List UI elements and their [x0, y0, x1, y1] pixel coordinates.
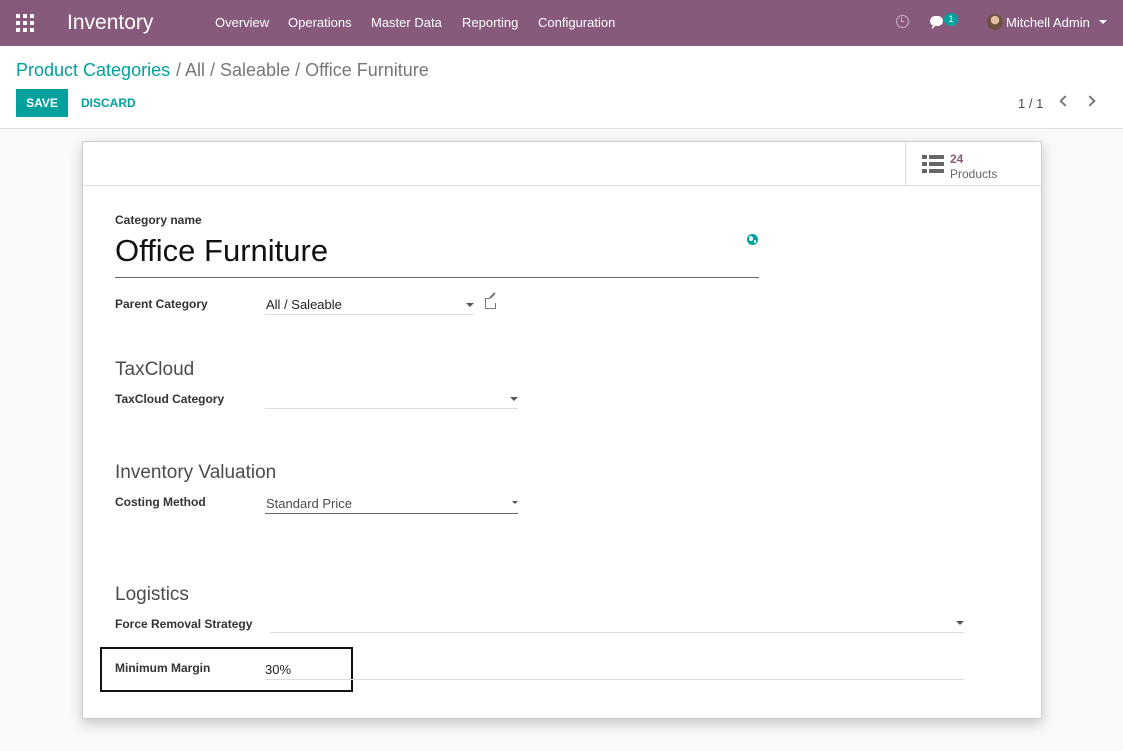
- menu-reporting[interactable]: Reporting: [462, 15, 518, 30]
- products-count: 24: [950, 152, 964, 166]
- costing-method-select[interactable]: Standard Price: [265, 493, 518, 514]
- taxcloud-section-title: TaxCloud: [115, 359, 195, 380]
- category-name-label: Category name: [115, 213, 202, 227]
- minimum-margin-underline: [265, 679, 964, 680]
- category-name-input[interactable]: Office Furniture: [115, 233, 328, 269]
- minimum-margin-input[interactable]: 30%: [265, 662, 291, 677]
- chevron-down-icon[interactable]: [1099, 20, 1107, 24]
- chevron-right-icon[interactable]: [1084, 95, 1096, 107]
- inventory-valuation-section-title: Inventory Valuation: [115, 462, 277, 483]
- external-link-icon[interactable]: [485, 295, 498, 309]
- top-navigation: Inventory Overview Operations Master Dat…: [0, 0, 1123, 46]
- clock-icon[interactable]: [896, 15, 909, 28]
- save-button[interactable]: SAVE: [16, 89, 68, 117]
- minimum-margin-label: Minimum Margin: [115, 661, 211, 675]
- dropdown-caret-icon[interactable]: [510, 397, 518, 401]
- parent-category-select[interactable]: All / Saleable: [265, 294, 474, 315]
- discard-button[interactable]: DISCARD: [81, 96, 136, 110]
- menu-operations[interactable]: Operations: [288, 15, 352, 30]
- apps-grid-icon[interactable]: [16, 14, 34, 32]
- force-removal-strategy-label: Force Removal Strategy: [115, 617, 253, 631]
- dropdown-caret-icon[interactable]: [956, 621, 964, 625]
- category-name-underline: [115, 277, 759, 278]
- breadcrumb-current: / All / Saleable / Office Furniture: [176, 60, 429, 80]
- user-menu[interactable]: Mitchell Admin: [1006, 15, 1090, 30]
- list-icon: [922, 155, 944, 173]
- globe-icon[interactable]: [747, 234, 758, 245]
- products-stat-button[interactable]: 24 Products: [905, 142, 1042, 186]
- costing-method-label: Costing Method: [115, 495, 206, 509]
- pager-value[interactable]: 1 / 1: [1018, 96, 1043, 111]
- app-name[interactable]: Inventory: [67, 11, 153, 35]
- parent-category-value: All / Saleable: [266, 297, 342, 312]
- taxcloud-category-label: TaxCloud Category: [115, 392, 225, 406]
- form-sheet: 24 Products Category name Office Furnitu…: [82, 141, 1042, 719]
- control-panel: Product Categories / All / Saleable / Of…: [0, 46, 1123, 129]
- dropdown-caret-icon[interactable]: [466, 303, 474, 307]
- breadcrumb-product-categories[interactable]: Product Categories: [16, 60, 170, 81]
- products-label: Products: [950, 167, 998, 181]
- button-box: 24 Products: [83, 142, 1041, 186]
- dropdown-caret-icon[interactable]: [512, 501, 518, 504]
- menu-master-data[interactable]: Master Data: [371, 15, 442, 30]
- taxcloud-category-select[interactable]: [265, 388, 518, 409]
- menu-configuration[interactable]: Configuration: [538, 15, 615, 30]
- avatar[interactable]: [987, 14, 1003, 30]
- logistics-section-title: Logistics: [115, 584, 189, 605]
- message-count-badge[interactable]: 1: [944, 13, 958, 26]
- costing-method-value: Standard Price: [266, 496, 352, 511]
- menu-overview[interactable]: Overview: [215, 15, 269, 30]
- chevron-left-icon[interactable]: [1059, 95, 1071, 107]
- parent-category-label: Parent Category: [115, 297, 208, 311]
- chat-icon[interactable]: [930, 16, 943, 29]
- force-removal-strategy-select[interactable]: [270, 612, 964, 633]
